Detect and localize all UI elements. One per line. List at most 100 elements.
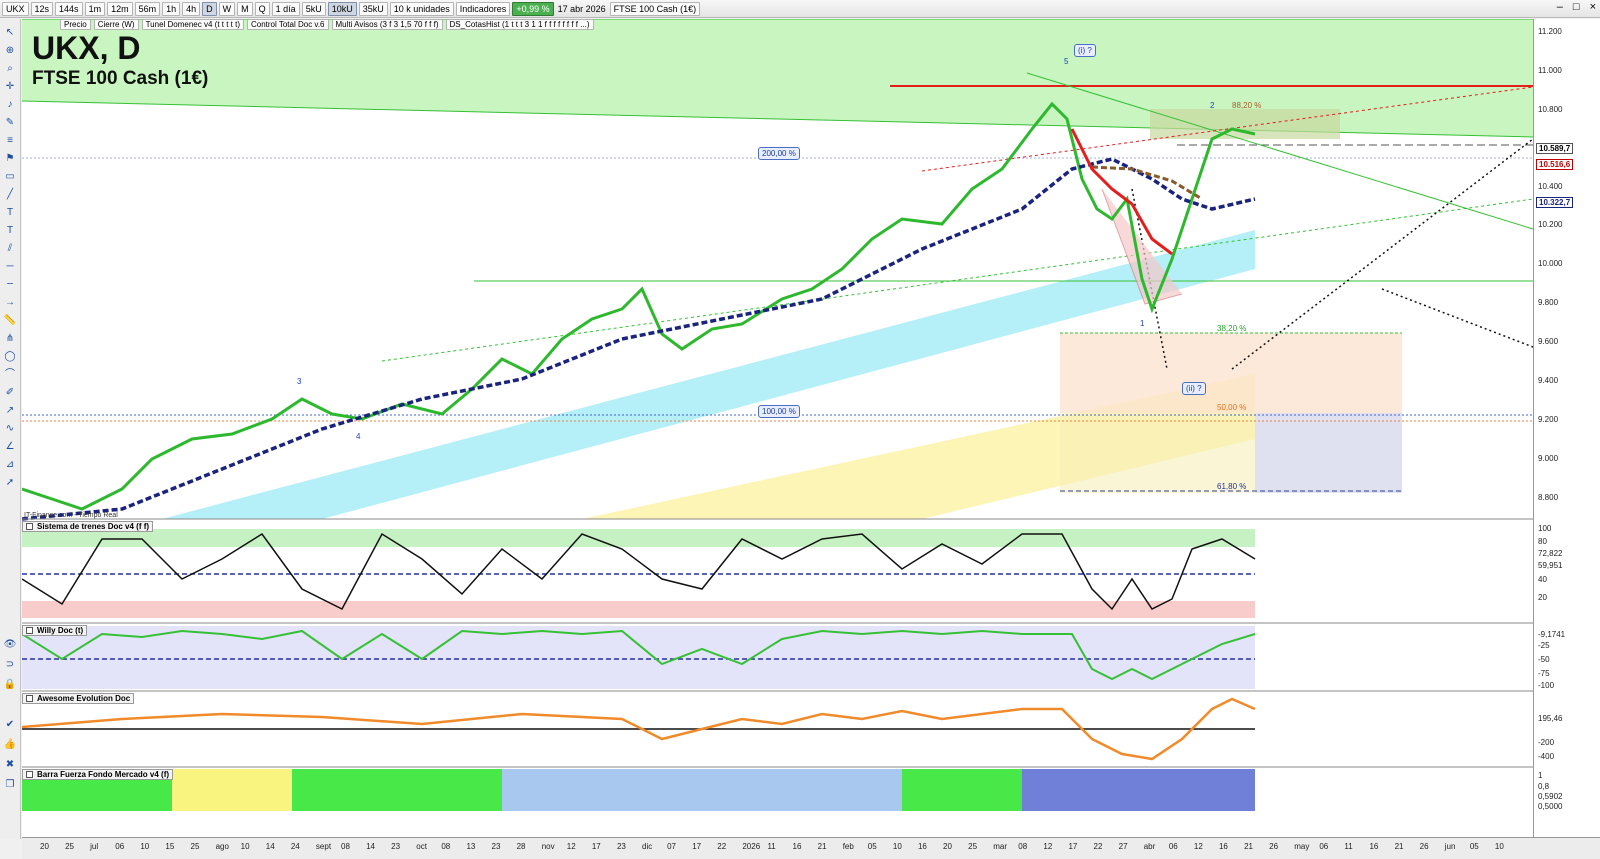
panel-awesome-header[interactable]: Awesome Evolution Doc xyxy=(22,693,135,704)
maximize-icon[interactable]: □ xyxy=(1573,1,1580,13)
overlay-multi-avisos[interactable]: Multi Avisos (3 f 3 1,5 70 f f f) xyxy=(331,19,443,30)
overlay-tunel[interactable]: Tunel Domenec v4 (t t t t t) xyxy=(141,19,244,30)
vol-35ku[interactable]: 35kU xyxy=(358,1,388,16)
dash-icon[interactable]: ╌ xyxy=(3,279,17,291)
fuerza-tick: 0,5000 xyxy=(1538,802,1563,811)
rect-icon[interactable]: ▭ xyxy=(3,171,17,183)
time-tick: 10 xyxy=(892,842,902,851)
time-tick: 26 xyxy=(1269,842,1279,851)
timeframe-12s[interactable]: 12s xyxy=(30,1,54,16)
time-tick: 22 xyxy=(1093,842,1103,851)
timeframe-4h[interactable]: 4h xyxy=(182,1,201,16)
trenes-lower-zone xyxy=(22,601,1255,618)
timeframe-56m[interactable]: 56m xyxy=(134,1,161,16)
fib-icon[interactable]: ≡ xyxy=(3,135,17,147)
vol-5ku[interactable]: 5kU xyxy=(301,1,326,16)
overlay-control-total[interactable]: Control Total Doc v.6 xyxy=(246,19,329,30)
ray-icon[interactable]: → xyxy=(3,297,17,309)
price-tick: 10.200 xyxy=(1538,220,1563,229)
thumbs-up-icon[interactable]: 👍 xyxy=(3,739,17,751)
price-axis[interactable]: 11.200 11.000 10.800 10.589,7 10.516,6 1… xyxy=(1533,19,1600,837)
crosshair-icon[interactable]: ✛ xyxy=(3,81,17,93)
panel-fuerza-checkbox[interactable] xyxy=(26,771,33,778)
zoom-icon[interactable]: ⊕ xyxy=(3,45,17,57)
text-alt-icon[interactable]: T xyxy=(3,225,17,237)
time-tick: abr xyxy=(1143,842,1156,851)
panel-trenes-checkbox[interactable] xyxy=(26,523,33,530)
time-tick: 20 xyxy=(40,842,49,851)
time-tick: 16 xyxy=(792,842,802,851)
text-icon[interactable]: T xyxy=(3,207,17,219)
units-dropdown[interactable]: 10 k unidades xyxy=(389,1,454,16)
overlay-cierre[interactable]: Cierre (W) xyxy=(93,19,139,30)
timeframe-144s[interactable]: 144s xyxy=(55,1,83,16)
time-tick: oct xyxy=(416,842,427,851)
gann-icon[interactable]: ⊿ xyxy=(3,459,17,471)
price-flag-blue: 10.322,7 xyxy=(1536,197,1574,208)
panel-awesome-label: Awesome Evolution Doc xyxy=(37,694,131,703)
price-tick: 11.000 xyxy=(1538,66,1562,75)
overlay-precio[interactable]: Precio xyxy=(60,19,91,30)
period-dropdown[interactable]: 1 día xyxy=(271,1,300,16)
line-icon[interactable]: ╱ xyxy=(3,189,17,201)
copy-icon[interactable]: ❐ xyxy=(3,779,17,791)
close-icon[interactable]: × xyxy=(1590,1,1596,13)
brush-icon[interactable]: ✐ xyxy=(3,387,17,399)
trenes-tick: 100 xyxy=(1538,524,1552,533)
timeframe-12m[interactable]: 12m xyxy=(107,1,133,16)
fib-382-label: 38,20 % xyxy=(1217,324,1247,333)
overlay-cotashist[interactable]: DS_CotasHist (1 t t t 3 1 1 f f f f f f … xyxy=(445,19,594,30)
pitchfork-icon[interactable]: ⋔ xyxy=(3,333,17,345)
timeframe-1m[interactable]: 1m xyxy=(84,1,106,16)
chart-area[interactable]: UKX, D FTSE 100 Cash (1€) IT-Finance.com… xyxy=(22,19,1533,837)
angle-icon[interactable]: ∠ xyxy=(3,441,17,453)
arc-icon[interactable]: ⌒ xyxy=(3,369,17,381)
ruler-icon[interactable]: 📏 xyxy=(3,315,17,327)
trend-icon[interactable]: ↗ xyxy=(3,405,17,417)
time-tick: jul xyxy=(90,842,99,851)
channel-icon[interactable]: ⫽ xyxy=(3,243,17,255)
panel-fuerza-header[interactable]: Barra Fuerza Fondo Mercado v4 (f) xyxy=(22,769,174,780)
vol-10ku[interactable]: 10kU xyxy=(327,1,357,16)
symbol-selector[interactable]: UKX xyxy=(2,1,29,16)
panel-willy-checkbox[interactable] xyxy=(26,627,33,634)
data-source: IT-Finance.com - Tiempo Real xyxy=(24,512,118,519)
flag-icon[interactable]: ⚑ xyxy=(3,153,17,165)
panel-willy-header[interactable]: Willy Doc (t) xyxy=(22,625,88,636)
wave-icon[interactable]: ∿ xyxy=(3,423,17,435)
cursor-icon[interactable]: ↖ xyxy=(3,27,17,39)
time-tick: 10 xyxy=(140,842,150,851)
check-icon[interactable]: ✔ xyxy=(3,719,17,731)
fib-peach-box xyxy=(1060,333,1402,413)
timeframe-d[interactable]: D xyxy=(202,1,217,16)
lock-icon[interactable]: 🔒 xyxy=(3,679,17,691)
price-flag-last: 10.589,7 xyxy=(1536,143,1574,154)
timeframe-q[interactable]: Q xyxy=(254,1,270,16)
ellipse-icon[interactable]: ◯ xyxy=(3,351,17,363)
panel-awesome-checkbox[interactable] xyxy=(26,695,33,702)
time-tick: 16 xyxy=(1218,842,1228,851)
wave-4-label: 4 xyxy=(356,432,361,441)
search-icon[interactable]: ⌕ xyxy=(3,63,17,75)
chart-canvas xyxy=(22,19,1533,811)
brown-dashed-curve xyxy=(1091,165,1203,201)
eye-icon[interactable]: 👁 xyxy=(3,639,17,651)
price-flag-red: 10.516,6 xyxy=(1536,159,1574,170)
hline-icon[interactable]: ─ xyxy=(3,261,17,273)
panel-willy-label: Willy Doc (t) xyxy=(37,626,84,635)
pen-icon[interactable]: ✎ xyxy=(3,117,17,129)
minimize-icon[interactable]: – xyxy=(1557,1,1563,13)
indicators-button[interactable]: Indicadores xyxy=(455,1,511,16)
fib-blue-box xyxy=(1255,413,1402,493)
arrow-icon[interactable]: ➚ xyxy=(3,477,17,489)
panel-trenes-header[interactable]: Sistema de trenes Doc v4 (f f) xyxy=(22,521,154,532)
overlay-legend: Precio Cierre (W) Tunel Domenec v4 (t t … xyxy=(60,19,594,31)
magnet-icon[interactable]: ⊃ xyxy=(3,659,17,671)
trash-icon[interactable]: ✖ xyxy=(3,759,17,771)
bell-icon[interactable]: ♪ xyxy=(3,99,17,111)
timeframe-m[interactable]: M xyxy=(237,1,253,16)
time-tick: may xyxy=(1294,842,1310,851)
timeframe-1h[interactable]: 1h xyxy=(162,1,181,16)
time-axis[interactable]: 20 25 jul 06 10 15 25 ago 10 14 24 sept 08 14 23 oct 08 1… xyxy=(22,837,1600,859)
timeframe-w[interactable]: W xyxy=(218,1,236,16)
